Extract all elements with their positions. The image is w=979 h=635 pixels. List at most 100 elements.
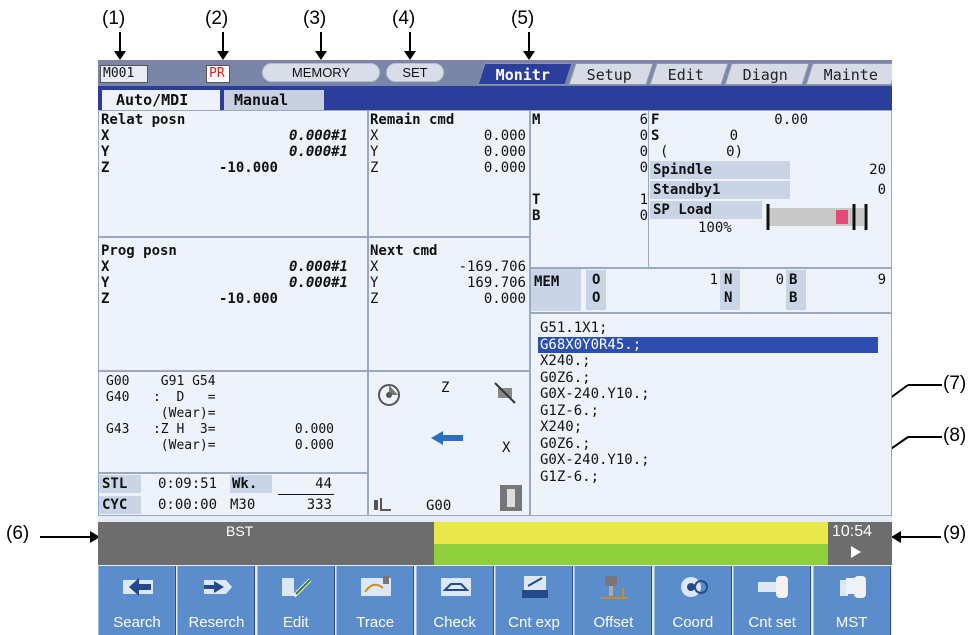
menu-key-label: Reserch [188, 614, 245, 631]
menu-key-trace[interactable]: Trace [336, 566, 415, 635]
next-y-label: Y [370, 275, 379, 291]
remain-x-value: 0.000 [483, 128, 526, 144]
modal-line-4: G43 :Z H 3= [106, 422, 216, 437]
relat-y-value: 0.000#1 [288, 144, 348, 160]
next-x-value: -169.706 [458, 259, 526, 275]
callout-1: (1) [102, 8, 126, 29]
menu-key-coord[interactable]: Coord [653, 566, 732, 635]
callout-9: (9) [943, 523, 967, 544]
modal-line-4-value: 0.000 [294, 422, 334, 437]
tab-monitr[interactable]: Monitr [477, 63, 573, 85]
program-line[interactable]: X240.; [540, 353, 591, 369]
menu-key-reserch[interactable]: Reserch [177, 566, 256, 635]
modal-line-5-value: 0.000 [294, 438, 334, 453]
callout-6-arrow [40, 531, 100, 543]
remain-y-value: 0.000 [483, 144, 526, 160]
mem-b-label: B [789, 272, 798, 288]
m30-value: 333 [306, 497, 332, 513]
prog-z-value: -10.000 [218, 291, 278, 307]
spindle-off-icon [494, 382, 516, 404]
program-line[interactable]: G51.1X1; [540, 320, 607, 336]
search-icon [121, 574, 155, 600]
wk-label: Wk. [232, 476, 258, 492]
counter-expand-icon [518, 574, 552, 600]
menu-key-label: Cnt exp [508, 614, 560, 631]
tab-mainte[interactable]: Mainte [805, 63, 892, 85]
relat-x-label: X [101, 128, 110, 144]
remain-z-label: Z [370, 160, 379, 176]
graphic-x-label: X [502, 440, 511, 456]
tool-direction-icon [431, 431, 463, 445]
tab-edit[interactable]: Edit [649, 63, 729, 85]
next-x-label: X [370, 259, 379, 275]
cnc-screen: M001 PR MEMORY SET Monitr Setup Edit Dia… [98, 60, 892, 635]
trace-icon [359, 574, 393, 600]
mem-o2-label: O [592, 290, 601, 306]
mem-o-label: O [592, 272, 601, 288]
subtab-auto-mdi[interactable]: Auto/MDI [102, 90, 220, 110]
program-line[interactable]: G0Z6.; [540, 370, 591, 386]
menu-key-cnt-exp[interactable]: Cnt exp [495, 566, 573, 635]
callout-4: (4) [392, 8, 416, 29]
mem-n-label: N [724, 272, 733, 288]
m-value-1: 6 [639, 112, 648, 128]
relat-title: Relat posn [101, 112, 186, 128]
callout-1-arrow [114, 32, 126, 60]
menu-key-check[interactable]: Check [415, 566, 494, 635]
remain-y-label: Y [370, 144, 379, 160]
menu-key-label: Cnt set [748, 614, 796, 631]
menu-key-label: Check [433, 614, 476, 631]
pr-label: PR [209, 66, 225, 81]
coolant-icon [378, 384, 400, 406]
callout-2: (2) [205, 8, 229, 29]
mst-icon [836, 574, 870, 600]
graphic-z-label: Z [441, 380, 450, 396]
standby-label: Standby1 [653, 182, 721, 198]
menu-key-label: Edit [282, 614, 309, 631]
m-label: M [532, 112, 541, 128]
program-line[interactable]: G68X0Y0R45.; [538, 336, 878, 353]
tab-diagn[interactable]: Diagn [724, 63, 810, 85]
relat-z-label: Z [101, 160, 110, 176]
stl-value: 0:09:51 [158, 476, 218, 492]
program-line[interactable]: X240; [540, 419, 582, 435]
tab-setup[interactable]: Setup [568, 63, 654, 85]
set-indicator: SET [386, 63, 444, 82]
program-line[interactable]: G1Z-6.; [540, 403, 599, 419]
spindle-label: Spindle [653, 162, 713, 178]
callout-3: (3) [303, 8, 327, 29]
m30-label: M30 [230, 497, 256, 513]
mem-b2-label: B [789, 290, 798, 306]
mst-divider [648, 110, 649, 268]
program-line[interactable]: G0Z6.; [540, 436, 591, 452]
menu-key-label: Offset [593, 614, 634, 631]
m-value-4: 0 [639, 160, 648, 176]
menu-key-edit[interactable]: Edit [256, 566, 335, 635]
prog-x-label: X [101, 259, 110, 275]
menu-key-search[interactable]: Search [98, 566, 176, 635]
clock: 10:54 [832, 523, 873, 540]
prog-title: Prog posn [101, 243, 177, 259]
menu-key-offset[interactable]: Offset [574, 566, 653, 635]
program-line[interactable]: G1Z-6.; [540, 469, 599, 485]
menu-key-label: Coord [672, 614, 714, 631]
callout-6: (6) [6, 523, 30, 544]
next-z-value: 0.000 [483, 291, 526, 307]
axis-icon [374, 498, 391, 511]
program-line[interactable]: G0X-240.Y10.; [540, 386, 650, 402]
machine-name: M001 [100, 65, 148, 83]
callout-5: (5) [511, 8, 535, 29]
status-left [98, 522, 434, 565]
menu-key-cnt-set[interactable]: Cnt set [733, 566, 812, 635]
standby-value: 0 [877, 182, 886, 198]
mem-o-value: 1 [709, 272, 718, 288]
menu-key-mst[interactable]: MST [812, 566, 891, 635]
s-paren-value: 0) [726, 144, 743, 160]
program-line[interactable]: G0X-240.Y10.; [540, 452, 650, 468]
f-label: F [651, 112, 660, 128]
clock-next-icon[interactable] [851, 546, 861, 558]
subtab-manual[interactable]: Manual [224, 90, 324, 110]
menu-key-label: Search [113, 614, 161, 631]
status-bst: BST [226, 523, 254, 539]
next-y-value: 169.706 [466, 275, 526, 291]
